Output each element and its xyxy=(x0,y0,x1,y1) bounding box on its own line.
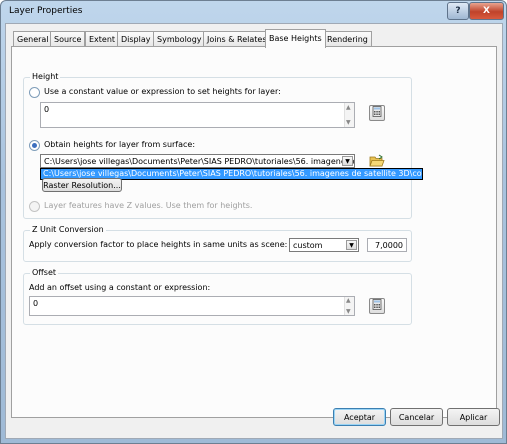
scroll-down-arrow-icon[interactable]: ▼ xyxy=(346,119,351,126)
offset-group: Offset Add an offset using a constant or… xyxy=(23,268,412,325)
tab-general[interactable]: General xyxy=(13,31,53,47)
title-bar[interactable]: Layer Properties ? X xyxy=(1,1,506,23)
surface-combo-value: C:\Users\jose villegas\Documents\Peter\S… xyxy=(44,157,355,166)
scroll-up-arrow-icon[interactable]: ▲ xyxy=(346,104,351,111)
z-values-label: Layer features have Z values. Use them f… xyxy=(44,201,253,210)
height-group: Height Use a constant value or expressio… xyxy=(23,72,423,219)
z-unit-select-value: custom xyxy=(293,241,323,250)
offset-input[interactable]: 0 ▲ ▼ xyxy=(29,296,355,316)
window-title: Layer Properties xyxy=(9,6,83,16)
help-button[interactable]: ? xyxy=(447,2,469,20)
offset-expression-button[interactable] xyxy=(369,298,385,314)
height-group-legend: Height xyxy=(30,72,61,81)
close-button[interactable]: X xyxy=(469,2,504,20)
surface-label: Obtain heights for layer from surface: xyxy=(44,140,196,149)
base-heights-panel: Height Use a constant value or expressio… xyxy=(11,46,497,418)
z-values-radio[interactable] xyxy=(29,201,40,212)
raster-resolution-button[interactable]: Raster Resolution... xyxy=(42,178,122,192)
layer-properties-window: Layer Properties ? X General Source Exte… xyxy=(0,0,507,444)
z-unit-conversion-group: Z Unit Conversion Apply conversion facto… xyxy=(23,225,412,262)
chevron-down-icon[interactable]: ▼ xyxy=(342,156,353,166)
tab-base-heights[interactable]: Base Heights xyxy=(265,29,326,48)
z-unit-select[interactable]: custom ▼ xyxy=(289,238,359,252)
tab-rendering[interactable]: Rendering xyxy=(323,31,372,47)
offset-scrollbar[interactable]: ▲ ▼ xyxy=(344,297,354,315)
cancel-button[interactable]: Cancelar xyxy=(390,408,443,426)
tab-symbology[interactable]: Symbology xyxy=(153,31,206,47)
chevron-down-icon[interactable]: ▼ xyxy=(346,240,357,250)
surface-radio[interactable] xyxy=(29,140,40,151)
tab-source[interactable]: Source xyxy=(50,31,86,47)
open-folder-icon xyxy=(369,154,385,167)
apply-button[interactable]: Aplicar xyxy=(447,408,500,426)
browse-button[interactable] xyxy=(369,154,385,168)
offset-description: Add an offset using a constant or expres… xyxy=(29,283,211,292)
tab-display[interactable]: Display xyxy=(117,31,155,47)
constant-expression-button[interactable] xyxy=(369,105,385,121)
scroll-up-arrow-icon[interactable]: ▲ xyxy=(346,297,351,304)
calculator-icon xyxy=(372,106,382,117)
constant-value-input[interactable]: 0 ▲ ▼ xyxy=(40,102,355,128)
tab-joins-relates[interactable]: Joins & Relates xyxy=(203,31,271,47)
calculator-icon xyxy=(372,299,382,310)
dialog-client-area: General Source Extent Display Symbology … xyxy=(5,23,503,439)
ok-button[interactable]: Aceptar xyxy=(333,408,386,426)
z-unit-group-legend: Z Unit Conversion xyxy=(30,225,106,234)
z-unit-description: Apply conversion factor to place heights… xyxy=(29,240,288,249)
scroll-down-arrow-icon[interactable]: ▼ xyxy=(346,308,351,315)
constant-value-scrollbar[interactable]: ▲ ▼ xyxy=(344,103,354,127)
offset-group-legend: Offset xyxy=(30,268,59,277)
offset-value-text: 0 xyxy=(33,299,39,308)
constant-value-label: Use a constant value or expression to se… xyxy=(44,87,281,96)
constant-value-text: 0 xyxy=(44,105,50,114)
constant-value-radio[interactable] xyxy=(29,87,40,98)
tab-extent[interactable]: Extent xyxy=(85,31,120,47)
surface-combo[interactable]: C:\Users\jose villegas\Documents\Peter\S… xyxy=(40,154,355,168)
z-factor-input[interactable]: 7,0000 xyxy=(367,238,407,252)
